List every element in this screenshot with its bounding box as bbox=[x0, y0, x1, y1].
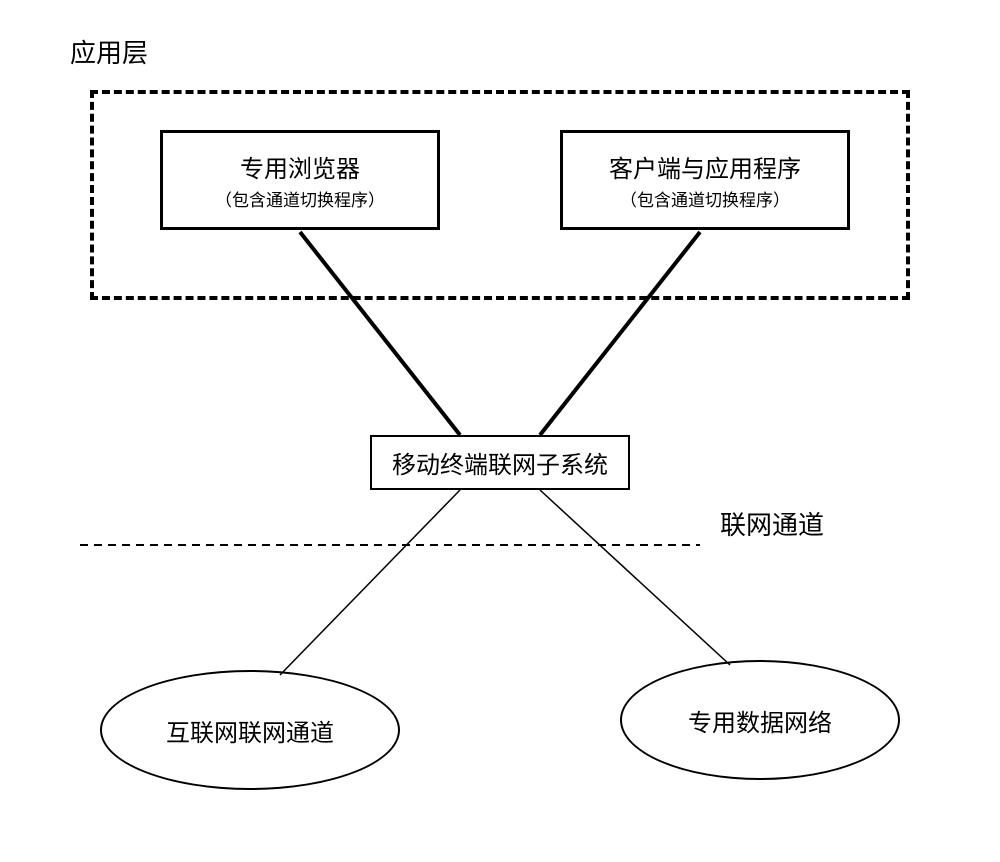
browser-box: 专用浏览器 （包含通道切换程序） bbox=[160, 130, 440, 230]
client-title: 客户端与应用程序 bbox=[609, 149, 801, 184]
browser-title: 专用浏览器 bbox=[240, 149, 360, 184]
browser-subtitle: （包含通道切换程序） bbox=[215, 186, 385, 211]
subsystem-box: 移动终端联网子系统 bbox=[370, 435, 630, 490]
app-layer-label: 应用层 bbox=[70, 33, 148, 70]
client-box: 客户端与应用程序 （包含通道切换程序） bbox=[560, 130, 850, 230]
client-subtitle: （包含通道切换程序） bbox=[620, 186, 790, 211]
network-channel-label: 联网通道 bbox=[720, 505, 824, 542]
dedicated-network-ellipse: 专用数据网络 bbox=[620, 660, 900, 780]
internet-channel-ellipse: 互联网联网通道 bbox=[100, 670, 400, 790]
